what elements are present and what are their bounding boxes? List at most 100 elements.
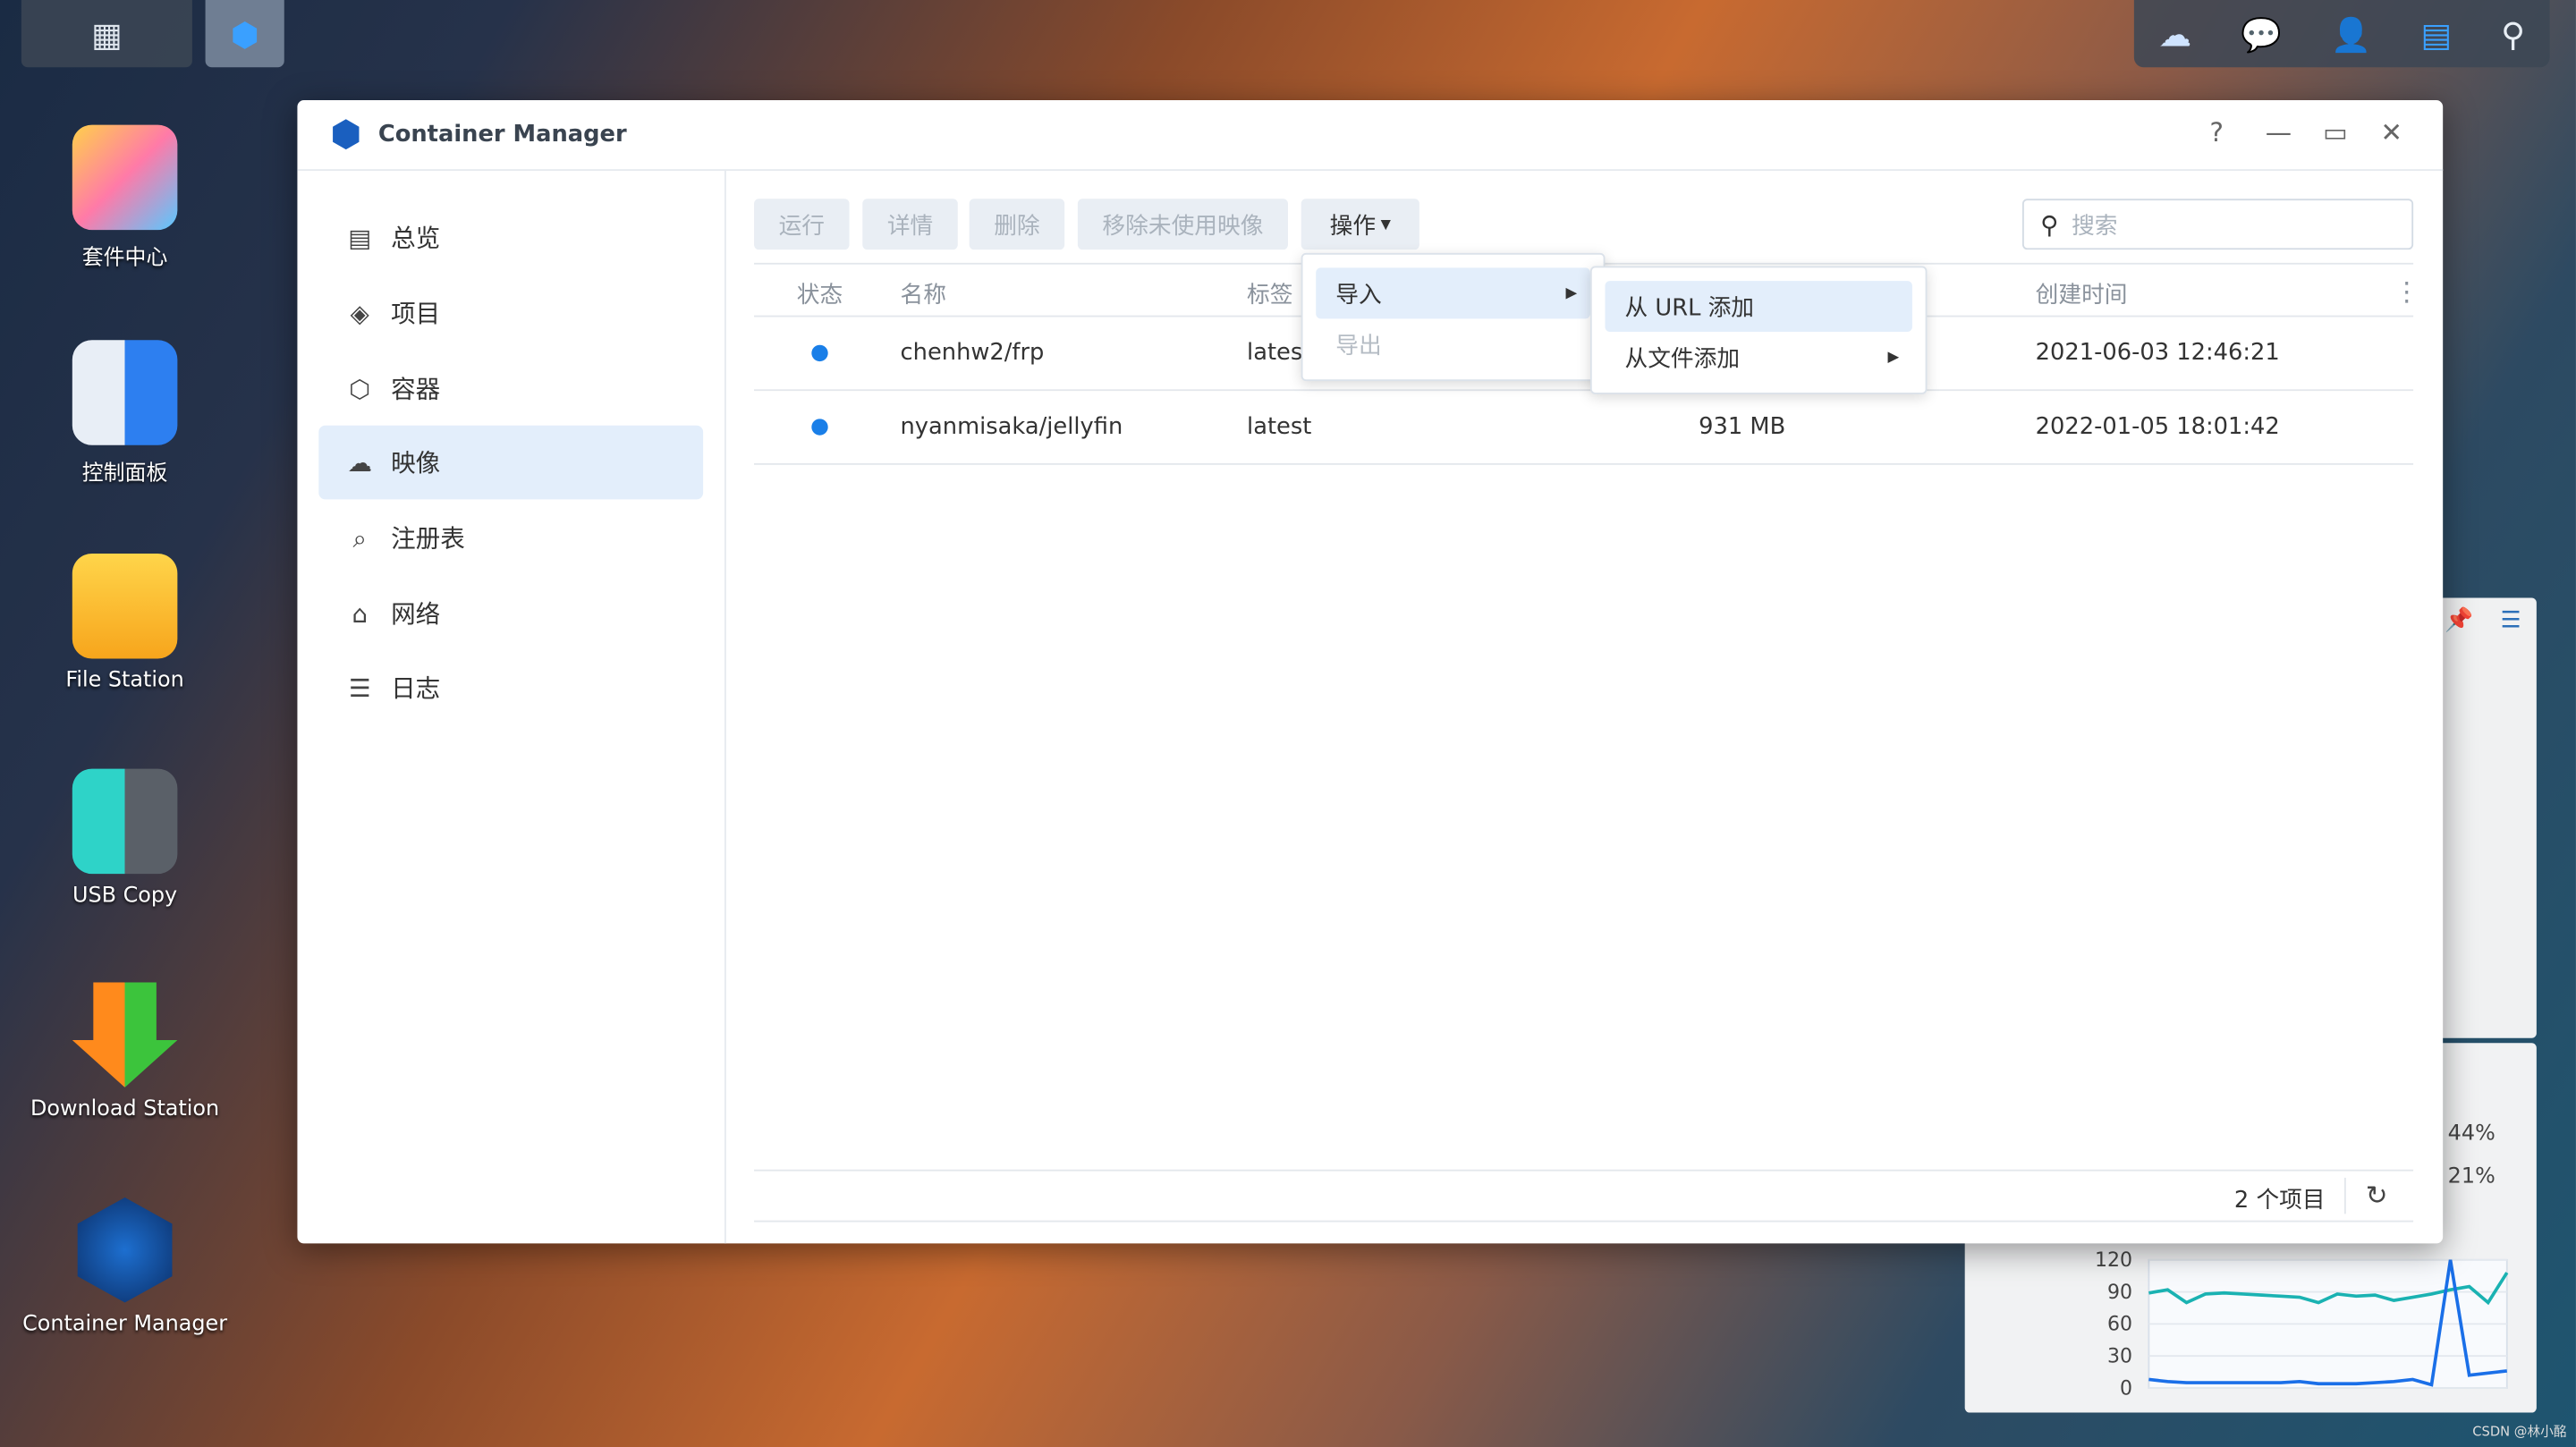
desktop-icon-label: 套件中心 — [81, 246, 168, 272]
package-center-icon — [72, 124, 178, 231]
y-tick-label: 60 — [2107, 1314, 2132, 1336]
status-running-dot — [811, 419, 828, 436]
desktop-icon-label: File Station — [65, 668, 184, 694]
item-count: 2 个项目 — [2233, 1187, 2326, 1214]
sidebar-item-label: 总览 — [391, 223, 441, 253]
maximize-button[interactable]: ▭ — [2323, 116, 2348, 148]
desktop-icon-file-station[interactable]: File Station — [0, 553, 250, 694]
caret-right-icon: ▶ — [1565, 284, 1578, 302]
image-created: 2022-01-05 18:01:42 — [2035, 413, 2280, 441]
image-tag: latest — [1247, 413, 1312, 441]
cloud-sync-icon[interactable]: ☁ — [2158, 14, 2191, 54]
network-chart: 120 90 60 30 0 — [2095, 1249, 2509, 1400]
minimize-button[interactable]: — — [2266, 116, 2292, 148]
ram-percent: 21% — [2447, 1164, 2496, 1189]
sidebar-item-log[interactable]: ☰ 日志 — [318, 650, 703, 724]
desktop-icon-usb-copy[interactable]: USB Copy — [0, 768, 250, 909]
list-icon: ☰ — [348, 673, 371, 703]
desktop-icon-label: Download Station — [30, 1096, 220, 1122]
image-name: chenhw2/frp — [900, 340, 1045, 367]
sidebar-item-overview[interactable]: ▤ 总览 — [318, 200, 703, 275]
sidebar-item-images[interactable]: ☁ 映像 — [318, 425, 704, 500]
image-created: 2021-06-03 12:46:21 — [2035, 340, 2280, 367]
sidebar-item-containers[interactable]: ⬡ 容器 — [318, 351, 703, 426]
action-label: 操作 — [1329, 212, 1377, 240]
search-placeholder: 搜索 — [2072, 212, 2118, 240]
menu-item-label: 从文件添加 — [1624, 345, 1741, 373]
refresh-icon[interactable]: ↻ — [2366, 1180, 2388, 1211]
sidebar-item-label: 项目 — [391, 299, 441, 329]
widget-panel-top — [2431, 597, 2537, 1038]
sidebar-item-network[interactable]: ⌂ 网络 — [318, 577, 703, 651]
desktop-icon-label: 控制面板 — [81, 461, 168, 487]
table-row[interactable]: nyanmisaka/jellyfin latest 931 MB 2022-0… — [754, 391, 2413, 463]
column-header-tag[interactable]: 标签 — [1247, 277, 1292, 310]
search-input[interactable]: ⚲ 搜索 — [2021, 199, 2414, 250]
caret-right-icon: ▶ — [1887, 349, 1900, 366]
chat-icon[interactable]: 💬 — [2241, 14, 2282, 54]
usb-copy-icon — [72, 768, 178, 875]
details-button[interactable]: 详情 — [862, 199, 958, 250]
layers-icon: ◈ — [350, 298, 369, 328]
cpu-percent: 44% — [2447, 1121, 2496, 1147]
menu-item-import[interactable]: 导入 ▶ — [1316, 267, 1590, 319]
desktop-icon-package-center[interactable]: 套件中心 — [0, 124, 250, 272]
registry-icon: ⌕ — [352, 522, 367, 554]
y-tick-label: 90 — [2107, 1282, 2132, 1304]
folder-icon — [72, 553, 178, 659]
download-icon — [72, 982, 178, 1087]
sidebar-item-label: 注册表 — [391, 523, 465, 554]
sidebar-item-registry[interactable]: ⌕ 注册表 — [318, 501, 703, 575]
delete-button[interactable]: 删除 — [969, 199, 1065, 250]
sidebar-item-projects[interactable]: ◈ 项目 — [318, 276, 703, 351]
main-menu-button[interactable]: ▦ — [21, 0, 192, 68]
user-icon[interactable]: 👤 — [2331, 14, 2372, 54]
help-button[interactable]: ? — [2209, 116, 2224, 148]
action-menu: 导入 ▶ 导出 — [1301, 252, 1606, 382]
column-options-icon[interactable]: ⋮ — [2394, 276, 2419, 308]
action-dropdown-button[interactable]: 操作 ▼ — [1301, 199, 1419, 250]
menu-item-label: 导出 — [1335, 332, 1382, 360]
container-manager-icon — [77, 1197, 173, 1303]
y-tick-label: 30 — [2107, 1346, 2132, 1368]
desktop-icon-label: USB Copy — [72, 884, 178, 909]
close-button[interactable]: ✕ — [2380, 116, 2402, 148]
desktop-icon-download-station[interactable]: Download Station — [0, 982, 250, 1121]
menu-item-label: 从 URL 添加 — [1624, 294, 1755, 322]
search-icon[interactable]: ⚲ — [2501, 14, 2525, 54]
column-header-status[interactable]: 状态 — [797, 277, 843, 310]
menu-item-export: 导出 — [1316, 318, 1590, 369]
taskbar-container-manager[interactable]: ⬢ — [205, 0, 284, 68]
cloud-icon: ☁ — [347, 447, 373, 478]
search-icon: ⚲ — [2040, 209, 2059, 240]
image-name: nyanmisaka/jellyfin — [900, 413, 1123, 441]
widgets-icon[interactable]: ▤ — [2420, 14, 2452, 54]
grid-icon: ▦ — [91, 13, 123, 54]
y-tick-label: 0 — [2120, 1377, 2132, 1400]
collapse-widgets-icon[interactable]: ☰ — [2500, 608, 2521, 634]
column-header-created[interactable]: 创建时间 — [2036, 277, 2128, 310]
box-icon: ⬡ — [349, 373, 371, 403]
desktop-icon-container-manager[interactable]: Container Manager — [0, 1197, 250, 1337]
pin-icon[interactable]: 📌 — [2445, 608, 2473, 634]
sidebar-item-label: 日志 — [391, 673, 441, 704]
run-button[interactable]: 运行 — [754, 199, 850, 250]
desktop-icon-control-panel[interactable]: 控制面板 — [0, 340, 250, 487]
remove-unused-images-button[interactable]: 移除未使用映像 — [1077, 199, 1288, 250]
column-header-name[interactable]: 名称 — [901, 277, 946, 310]
system-tray: ☁ 💬 👤 ▤ ⚲ — [2133, 0, 2550, 68]
sidebar-item-label: 网络 — [391, 599, 441, 630]
caret-down-icon: ▼ — [1380, 216, 1391, 232]
y-tick-label: 120 — [2095, 1249, 2132, 1272]
container-manager-icon: ⬢ — [330, 114, 362, 156]
desktop-icon-label: Container Manager — [22, 1312, 228, 1338]
sidebar: ▤ 总览 ◈ 项目 ⬡ 容器 ☁ 映像 ⌕ 注册表 ⌂ 网络 ☰ 日志 — [297, 171, 726, 1244]
image-size: 931 MB — [1699, 413, 1786, 441]
container-manager-window: ⬢ Container Manager ? — ▭ ✕ ▤ 总览 ◈ 项目 ⬡ 容器 … — [297, 100, 2444, 1244]
menu-item-label: 导入 — [1335, 281, 1382, 309]
watermark: CSDN @林小酩 — [2472, 1424, 2567, 1439]
sidebar-item-label: 容器 — [391, 374, 441, 404]
menu-item-add-from-url[interactable]: 从 URL 添加 — [1605, 281, 1912, 333]
window-title: Container Manager — [377, 121, 627, 148]
menu-item-add-from-file[interactable]: 从文件添加 ▶ — [1605, 332, 1911, 383]
